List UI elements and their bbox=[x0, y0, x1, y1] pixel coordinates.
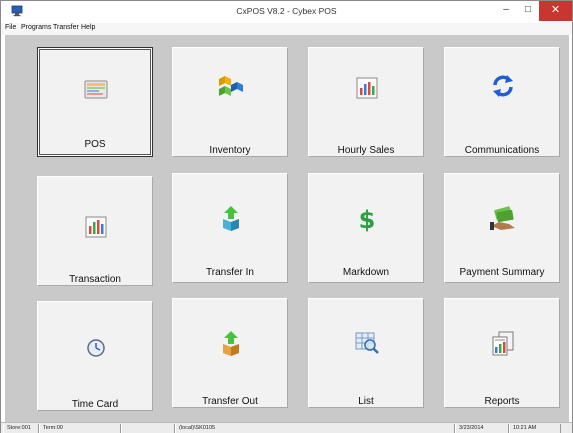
tile-label: Transfer Out bbox=[202, 396, 258, 407]
tile-label: Time Card bbox=[71, 399, 119, 410]
tile-transaction[interactable]: Transaction bbox=[37, 176, 153, 286]
menu-transfer[interactable]: Transfer bbox=[53, 24, 79, 31]
tile-label: Reports bbox=[484, 396, 520, 407]
menu-programs[interactable]: Programs bbox=[21, 24, 51, 31]
tile-label: Inventory bbox=[209, 145, 251, 156]
status-store: Store:001 bbox=[3, 424, 39, 433]
transaction-chart-icon bbox=[85, 216, 107, 238]
box-arrow-out-icon bbox=[223, 331, 239, 356]
pos-screen-icon bbox=[84, 80, 108, 99]
tile-label: Transaction bbox=[69, 274, 121, 285]
tile-label: POS bbox=[84, 139, 106, 150]
status-date: 3/23/2014 bbox=[455, 424, 509, 433]
tile-label: Communications bbox=[464, 145, 540, 156]
sync-arrows-icon bbox=[493, 75, 513, 97]
tile-transfer-out[interactable]: Transfer Out bbox=[172, 298, 288, 408]
box-arrow-in-icon bbox=[223, 206, 239, 231]
tile-transfer-in[interactable]: Transfer In bbox=[172, 173, 288, 283]
tile-inventory[interactable]: Inventory bbox=[172, 47, 288, 157]
tile-label: Transfer In bbox=[206, 267, 254, 278]
list-magnifier-icon bbox=[355, 332, 379, 354]
tile-markdown[interactable]: $ Markdown bbox=[308, 173, 424, 283]
report-document-icon bbox=[492, 331, 514, 356]
menu-help[interactable]: Help bbox=[81, 24, 95, 31]
tile-time-card[interactable]: Time Card bbox=[37, 301, 153, 411]
svg-text:$: $ bbox=[359, 206, 376, 232]
dollar-sign-icon: $ bbox=[359, 206, 376, 232]
status-bar: Store:001 Term:00 (local)\SK0105 3/23/20… bbox=[1, 422, 572, 433]
status-term: Term:00 bbox=[39, 424, 121, 433]
tile-label: Markdown bbox=[342, 267, 390, 278]
status-server: (local)\SK0105 bbox=[175, 424, 455, 433]
tile-label: Payment Summary bbox=[459, 267, 545, 278]
menu-bar: File Programs Transfer Help bbox=[1, 23, 572, 35]
app-window: CxPOS V8.2 - Cybex POS – □ ✕ File Progra… bbox=[0, 0, 573, 433]
tile-payment-summary[interactable]: Payment Summary bbox=[444, 173, 560, 283]
title-bar[interactable]: CxPOS V8.2 - Cybex POS – □ ✕ bbox=[1, 1, 572, 23]
tile-reports[interactable]: Reports bbox=[444, 298, 560, 408]
close-button[interactable]: ✕ bbox=[539, 1, 572, 21]
clock-icon bbox=[87, 339, 105, 357]
maximize-button[interactable]: □ bbox=[517, 1, 539, 21]
status-time: 10:21 AM bbox=[509, 424, 561, 433]
tile-pos[interactable]: POS bbox=[37, 47, 153, 157]
bar-chart-icon bbox=[356, 77, 378, 99]
tile-list[interactable]: List bbox=[308, 298, 424, 408]
dashboard-workspace: POS Inventory Hourly Sales Communication… bbox=[5, 35, 569, 422]
inventory-cubes-icon bbox=[219, 76, 243, 96]
money-hand-icon bbox=[490, 206, 515, 230]
window-title: CxPOS V8.2 - Cybex POS bbox=[236, 6, 337, 16]
minimize-button[interactable]: – bbox=[495, 1, 517, 21]
status-blank bbox=[121, 424, 175, 433]
menu-file[interactable]: File bbox=[5, 24, 16, 31]
tile-hourly-sales[interactable]: Hourly Sales bbox=[308, 47, 424, 157]
tile-communications[interactable]: Communications bbox=[444, 47, 560, 157]
tile-label: List bbox=[358, 396, 374, 407]
tile-label: Hourly Sales bbox=[337, 145, 395, 156]
